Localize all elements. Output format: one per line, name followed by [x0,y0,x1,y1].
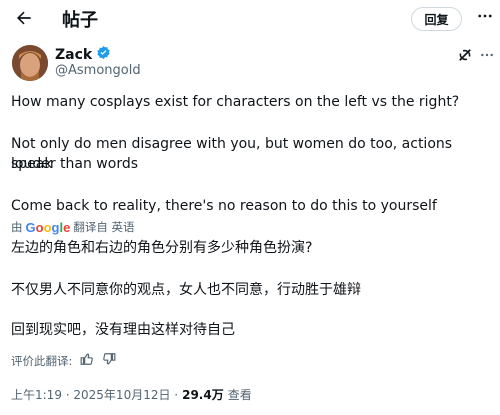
rate-translation-label: 评价此翻译: [11,353,73,368]
translated-line: 左边的角色和右边的角色分别有多少种角色扮演? [11,240,313,256]
rate-translation: 评价此翻译: [11,352,116,369]
reply-button[interactable]: 回复 [411,7,462,31]
verified-badge-icon [96,45,111,64]
tweet-line: Come back to reality, there's no reason … [11,198,437,214]
post-timestamp[interactable]: 上午1:19 · 2025年10月12日 · [11,386,178,403]
top-bar: 帖子 回复 [0,0,500,38]
thumbs-down-icon[interactable] [102,352,116,369]
thumbs-up-icon[interactable] [80,352,94,369]
translated-line: 不仅男人不同意你的观点，女人也不同意，行动胜于雄辩 [11,282,361,298]
avatar[interactable] [12,45,48,81]
tweet-line: louder than words [11,156,139,172]
back-arrow-icon[interactable] [10,4,38,32]
author-handle[interactable]: @Asmongold [55,63,141,78]
views-label: 查看 [227,388,252,402]
view-count: 29.4万 [182,388,224,402]
translation-suffix: 翻译自 英语 [73,220,135,234]
grok-icon[interactable] [456,46,474,64]
google-logo: Google [25,219,71,235]
translated-line: 回到现实吧，没有理由这样对待自己 [11,322,235,338]
translation-attribution: 由 Google 翻译自 英语 [11,219,135,235]
page-title: 帖子 [62,10,98,31]
author-name[interactable]: Zack [55,45,111,64]
translation-prefix: 由 [11,220,23,234]
post-metadata: 上午1:19 · 2025年10月12日 · 29.4万 查看 [11,386,252,403]
author-name-text[interactable]: Zack [55,47,92,63]
more-options-icon[interactable] [474,5,496,27]
tweet-line: How many cosplays exist for characters o… [11,94,460,110]
post-more-options-icon[interactable] [478,46,496,64]
